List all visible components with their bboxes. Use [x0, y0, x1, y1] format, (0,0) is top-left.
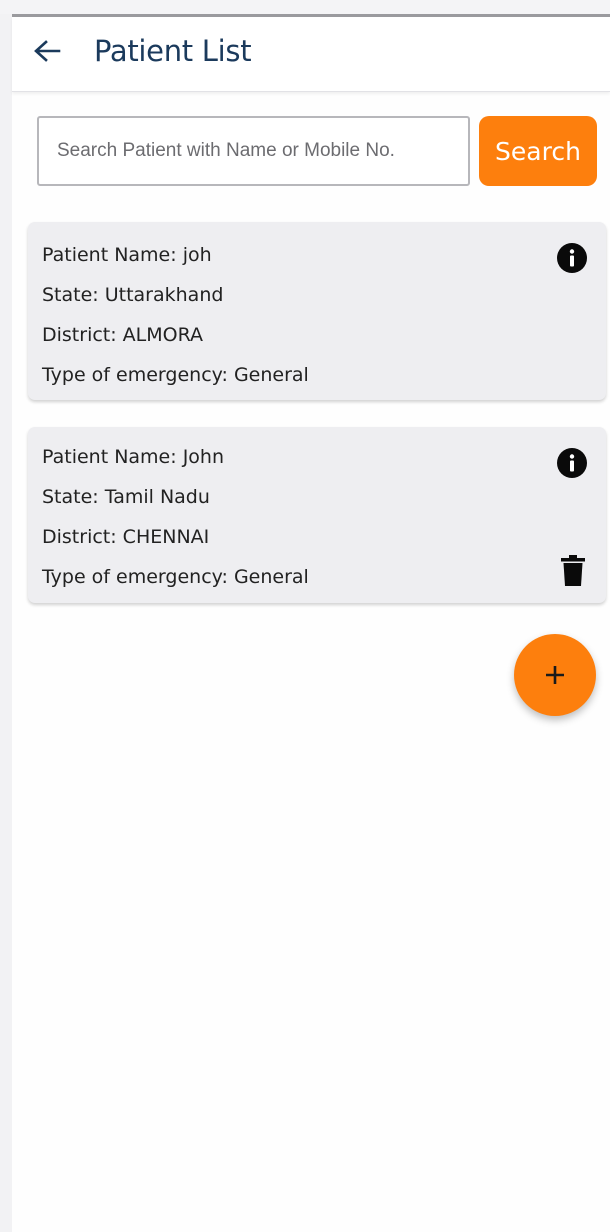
- patient-emergency-type: Type of emergency: General: [42, 566, 309, 588]
- app-screen: Patient List Search Patient Name: joh St…: [12, 14, 610, 1232]
- plus-icon: [546, 666, 564, 684]
- patient-name: Patient Name: John: [42, 446, 225, 468]
- patient-card[interactable]: Patient Name: John State: Tamil Nadu Dis…: [28, 427, 606, 603]
- status-strip: [0, 0, 610, 14]
- patient-emergency-type: Type of emergency: General: [42, 364, 309, 386]
- patient-district: District: CHENNAI: [42, 526, 210, 548]
- search-input[interactable]: [37, 116, 470, 186]
- info-icon[interactable]: [556, 242, 588, 274]
- patient-state: State: Tamil Nadu: [42, 486, 210, 508]
- patient-state: State: Uttarakhand: [42, 284, 224, 306]
- add-patient-button[interactable]: [514, 634, 596, 716]
- back-button[interactable]: [30, 33, 64, 69]
- patient-district: District: ALMORA: [42, 324, 204, 346]
- trash-icon[interactable]: [560, 555, 586, 587]
- info-icon[interactable]: [556, 447, 588, 479]
- page-title: Patient List: [94, 34, 252, 68]
- search-button[interactable]: Search: [479, 116, 597, 186]
- app-bar: Patient List: [12, 17, 610, 92]
- phone-frame: Patient List Search Patient Name: joh St…: [0, 0, 610, 1232]
- patient-card[interactable]: Patient Name: joh State: Uttarakhand Dis…: [28, 222, 606, 400]
- patient-name: Patient Name: joh: [42, 244, 212, 266]
- arrow-left-icon: [34, 40, 61, 62]
